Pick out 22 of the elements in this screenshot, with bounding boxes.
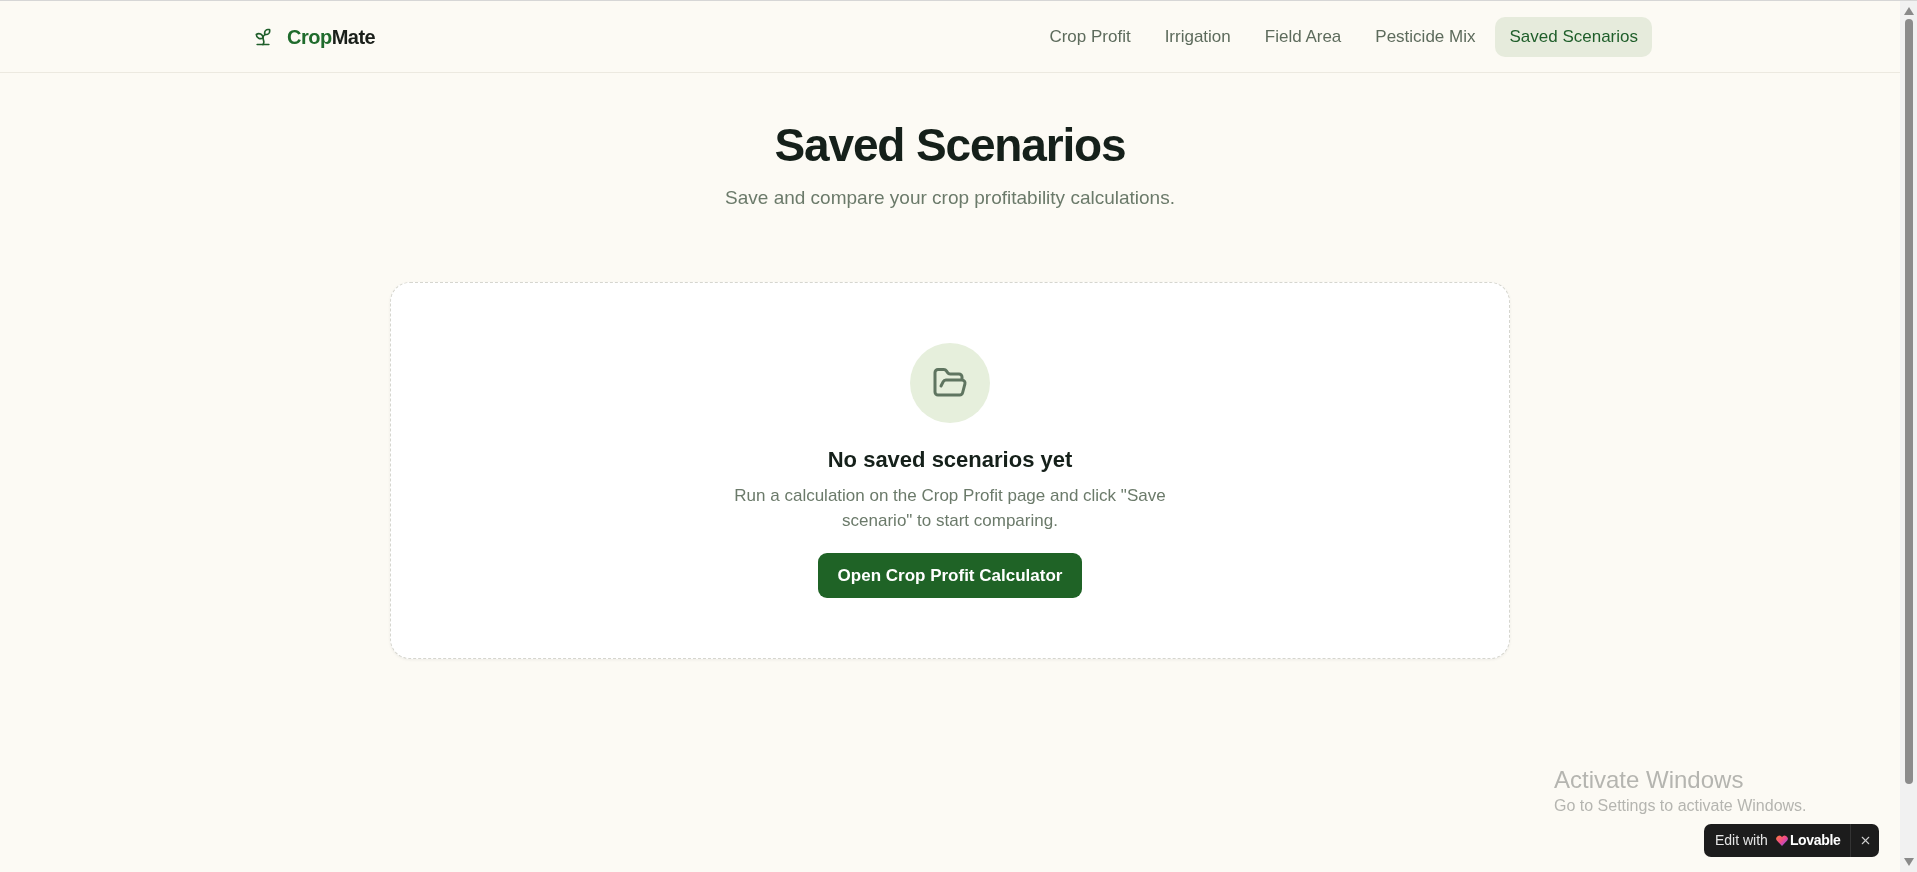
edit-with-label: Edit with xyxy=(1715,831,1768,850)
page-title: Saved Scenarios xyxy=(774,119,1126,171)
nav-tab[interactable]: Field Area xyxy=(1250,16,1356,57)
nav-tab[interactable]: Pesticide Mix xyxy=(1361,16,1490,57)
empty-state-heading: No saved scenarios yet xyxy=(827,446,1073,474)
nav-tab[interactable]: Saved Scenarios xyxy=(1495,16,1652,57)
nav-tab[interactable]: Irrigation xyxy=(1150,16,1245,57)
empty-state-description: Run a calculation on the Crop Profit page and click "Save scenario" to start comparing. xyxy=(733,485,1167,532)
scrollbar-thumb[interactable] xyxy=(1904,19,1913,784)
activation-notice-title: Activate Windows xyxy=(1554,765,1745,795)
open-calculator-button[interactable]: Open Crop Profit Calculator xyxy=(817,553,1083,598)
nav-tab[interactable]: Crop Profit xyxy=(1035,16,1145,57)
scrollbar[interactable] xyxy=(1900,1,1917,872)
scroll-up-icon[interactable] xyxy=(1903,7,1914,15)
activation-notice-text: Go to Settings to activate Windows. xyxy=(1554,796,1807,816)
edit-badge[interactable]: Edit with Lovable xyxy=(1704,824,1880,857)
page-subtitle: Save and compare your crop profitability calculations. xyxy=(725,186,1175,210)
brand-label: Lovable xyxy=(1789,831,1841,850)
sprout-icon xyxy=(253,26,273,47)
scroll-down-icon[interactable] xyxy=(1903,858,1914,866)
heart-logo-icon xyxy=(1775,835,1788,846)
brand-name: CropMate xyxy=(287,24,376,50)
